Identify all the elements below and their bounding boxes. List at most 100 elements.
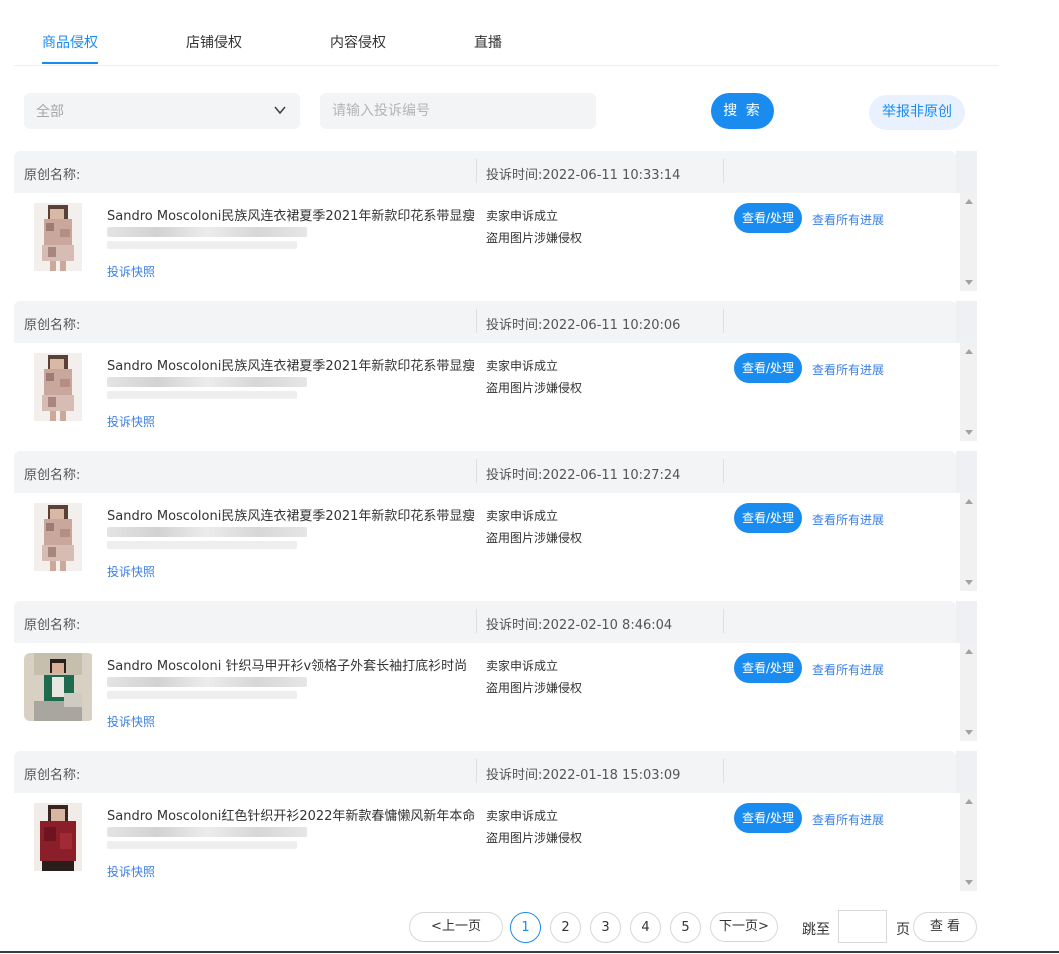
complaint-snapshot-link[interactable]: 投诉快照 (107, 863, 155, 880)
tab-bar: 商品侵权 店铺侵权 内容侵权 直播 (14, 0, 999, 66)
scroll-down-arrow-icon[interactable] (965, 880, 973, 885)
record-header: 原创名称: 投诉时间:2022-06-11 10:27:24 (14, 451, 956, 493)
original-name-label: 原创名称: (24, 768, 81, 783)
product-thumbnail (34, 803, 82, 871)
page-5-button[interactable]: 5 (670, 912, 701, 943)
active-tab-indicator (42, 62, 98, 64)
original-name-label: 原创名称: (24, 168, 81, 183)
product-title: Sandro Moscoloni民族风连衣裙夏季2021年新款印花系带显瘦 (107, 209, 474, 224)
view-all-progress-link[interactable]: 查看所有进展 (812, 811, 884, 828)
complaint-record: 原创名称: 投诉时间:2022-01-18 15:03:09 Sandro Mo… (14, 751, 977, 891)
product-title: Sandro Moscoloni红色针织开衫2022年新款春慵懒风新年本命年 (107, 809, 474, 824)
view-all-progress-link[interactable]: 查看所有进展 (812, 511, 884, 528)
product-title: Sandro Moscoloni民族风连衣裙夏季2021年新款印花系带显瘦 (107, 509, 474, 524)
scroll-up-arrow-icon[interactable] (965, 349, 973, 354)
record-header-edge (956, 151, 977, 193)
complaint-snapshot-link[interactable]: 投诉快照 (107, 263, 155, 280)
scroll-down-arrow-icon[interactable] (965, 280, 973, 285)
tab-store-infringement[interactable]: 店铺侵权 (186, 32, 242, 52)
original-name-label: 原创名称: (24, 618, 81, 633)
view-handle-button[interactable]: 查看/处理 (734, 653, 802, 683)
record-header-edge (956, 751, 977, 793)
tab-product-infringement[interactable]: 商品侵权 (42, 32, 98, 52)
blurred-text (107, 527, 307, 537)
divider (476, 459, 477, 483)
scrollbar[interactable] (960, 643, 977, 741)
scrollbar[interactable] (960, 343, 977, 441)
jump-to-label: 跳至 (802, 922, 830, 938)
view-all-progress-link[interactable]: 查看所有进展 (812, 661, 884, 678)
product-thumbnail (34, 503, 82, 571)
product-thumbnail (34, 203, 82, 271)
record-header-edge (956, 601, 977, 643)
divider (476, 759, 477, 783)
divider (476, 609, 477, 633)
complaint-status: 卖家申诉成立 (486, 209, 559, 223)
complaint-time: 投诉时间:2022-06-11 10:33:14 (486, 168, 681, 183)
view-handle-button[interactable]: 查看/处理 (734, 503, 802, 533)
blurred-text (107, 691, 297, 699)
view-all-progress-link[interactable]: 查看所有进展 (812, 361, 884, 378)
view-all-progress-link[interactable]: 查看所有进展 (812, 211, 884, 228)
divider (476, 159, 477, 183)
complaint-status: 卖家申诉成立 (486, 359, 559, 373)
jump-page-input[interactable] (838, 910, 887, 943)
product-title: Sandro Moscoloni 针织马甲开衫v领格子外套长袖打底衫时尚 (107, 659, 468, 674)
search-button[interactable]: 搜 索 (711, 93, 774, 129)
complaint-reason: 盗用图片涉嫌侵权 (486, 681, 583, 695)
next-page-button[interactable]: 下一页> (710, 912, 778, 942)
complaint-number-input[interactable] (320, 93, 596, 129)
bottom-border (0, 951, 1059, 953)
complaint-reason: 盗用图片涉嫌侵权 (486, 531, 583, 545)
original-name-label: 原创名称: (24, 468, 81, 483)
divider (723, 609, 724, 633)
complaint-record: 原创名称: 投诉时间:2022-06-11 10:20:06 Sandro Mo… (14, 301, 977, 441)
scrollbar[interactable] (960, 793, 977, 891)
scroll-up-arrow-icon[interactable] (965, 649, 973, 654)
blurred-text (107, 827, 307, 837)
report-non-original-button[interactable]: 举报非原创 (869, 95, 965, 130)
complaint-record: 原创名称: 投诉时间:2022-06-11 10:27:24 Sandro Mo… (14, 451, 977, 591)
tab-live[interactable]: 直播 (474, 32, 502, 52)
status-select[interactable]: 全部 (24, 93, 300, 129)
complaint-snapshot-link[interactable]: 投诉快照 (107, 563, 155, 580)
go-page-button[interactable]: 查 看 (913, 912, 977, 942)
page-4-button[interactable]: 4 (630, 912, 661, 943)
complaint-record: 原创名称: 投诉时间:2022-02-10 8:46:04 Sandro Mos… (14, 601, 977, 741)
record-header: 原创名称: 投诉时间:2022-01-18 15:03:09 (14, 751, 956, 793)
scrollbar[interactable] (960, 493, 977, 591)
page-1-button[interactable]: 1 (510, 912, 541, 943)
scroll-up-arrow-icon[interactable] (965, 799, 973, 804)
scroll-down-arrow-icon[interactable] (965, 580, 973, 585)
divider (476, 309, 477, 333)
original-name-label: 原创名称: (24, 318, 81, 333)
scroll-down-arrow-icon[interactable] (965, 730, 973, 735)
complaint-snapshot-link[interactable]: 投诉快照 (107, 413, 155, 430)
page-3-button[interactable]: 3 (590, 912, 621, 943)
scroll-up-arrow-icon[interactable] (965, 499, 973, 504)
scroll-up-arrow-icon[interactable] (965, 199, 973, 204)
divider (723, 459, 724, 483)
complaint-snapshot-link[interactable]: 投诉快照 (107, 713, 155, 730)
product-thumbnail (24, 653, 92, 721)
divider (723, 759, 724, 783)
blurred-text (107, 227, 307, 237)
scrollbar[interactable] (960, 193, 977, 291)
prev-page-button[interactable]: <上一页 (409, 912, 503, 942)
complaint-time: 投诉时间:2022-02-10 8:46:04 (486, 618, 673, 633)
page-2-button[interactable]: 2 (550, 912, 581, 943)
blurred-text (107, 841, 297, 849)
blurred-text (107, 241, 297, 249)
scroll-down-arrow-icon[interactable] (965, 430, 973, 435)
view-handle-button[interactable]: 查看/处理 (734, 203, 802, 233)
view-handle-button[interactable]: 查看/处理 (734, 803, 802, 833)
record-header-edge (956, 301, 977, 343)
product-title: Sandro Moscoloni民族风连衣裙夏季2021年新款印花系带显瘦 (107, 359, 474, 374)
record-header-edge (956, 451, 977, 493)
chevron-down-icon (274, 106, 286, 115)
product-thumbnail (34, 353, 82, 421)
blurred-text (107, 541, 297, 549)
view-handle-button[interactable]: 查看/处理 (734, 353, 802, 383)
complaint-reason: 盗用图片涉嫌侵权 (486, 381, 583, 395)
tab-content-infringement[interactable]: 内容侵权 (330, 32, 386, 52)
